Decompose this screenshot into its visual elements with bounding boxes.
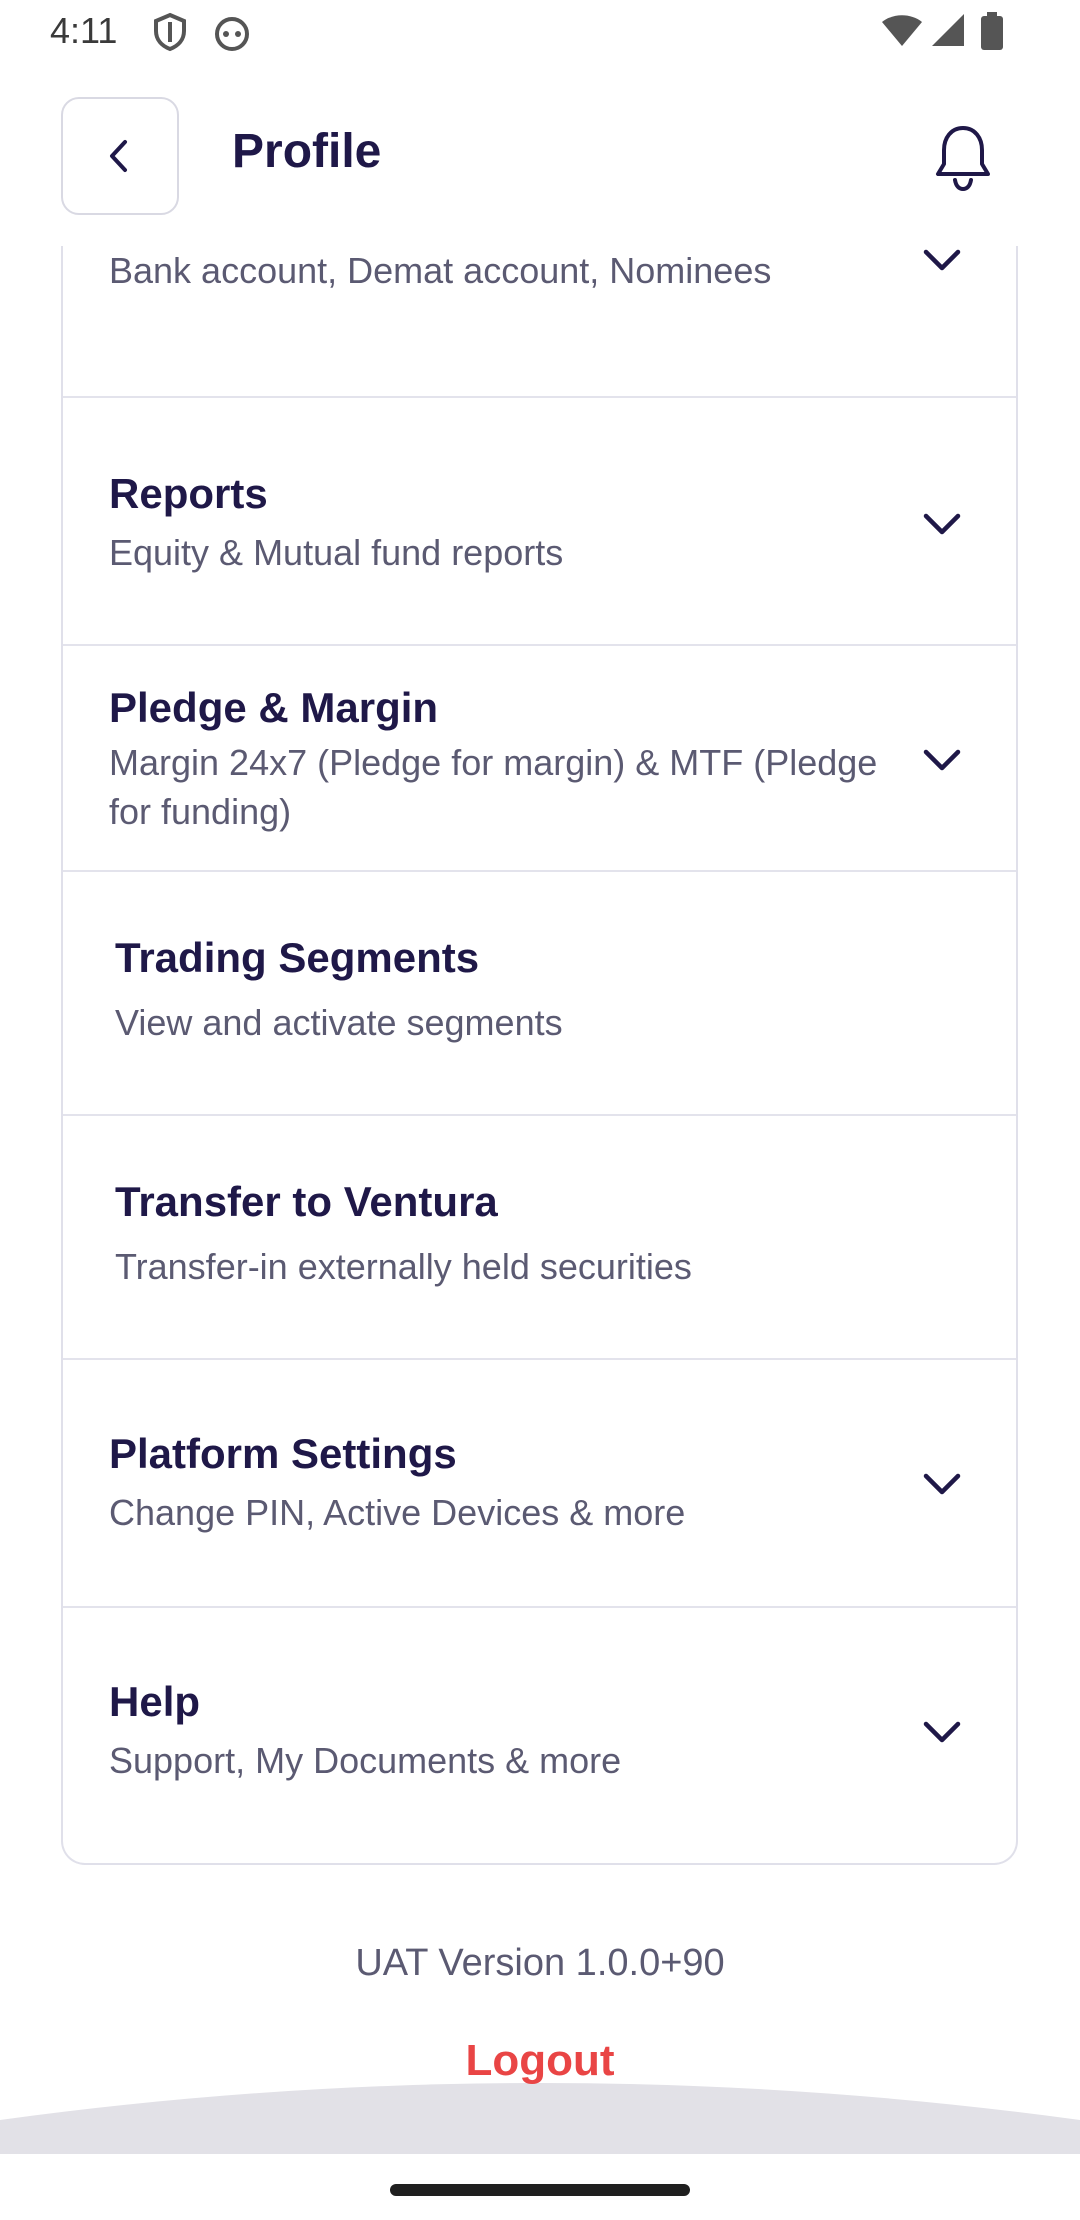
chevron-down-icon	[923, 1473, 961, 1495]
menu-item-subtitle: Bank account, Demat account, Nominees	[109, 250, 772, 291]
menu-item-subtitle: View and activate segments	[115, 1002, 563, 1043]
footer-curve	[0, 2083, 1080, 2154]
menu-item-title: Transfer to Ventura	[115, 1178, 498, 1225]
battery-icon	[981, 12, 1003, 50]
menu-item-title: Trading Segments	[115, 934, 480, 981]
system-nav-bar	[0, 2154, 1080, 2220]
home-indicator[interactable]	[390, 2184, 690, 2196]
chevron-down-icon	[923, 513, 961, 535]
status-bar: 4:11	[0, 0, 1080, 66]
menu-item-subtitle: Margin 24x7 (Pledge for margin) & MTF (P…	[109, 742, 878, 832]
chevron-down-icon	[923, 1721, 961, 1743]
menu-item-title: Reports	[109, 470, 268, 517]
notifications-button[interactable]	[926, 119, 1000, 199]
menu-item-account-details[interactable]: Bank account, Demat account, Nominees	[63, 246, 1016, 398]
menu-item-help[interactable]: Help Support, My Documents & more	[63, 1608, 1016, 1863]
profile-menu-card: Bank account, Demat account, Nominees Re…	[61, 246, 1018, 1865]
logout-button[interactable]: Logout	[0, 2036, 1080, 2086]
signal-icon	[932, 14, 964, 46]
page-title: Profile	[232, 125, 382, 178]
menu-item-title: Help	[109, 1678, 201, 1725]
cat-status-icon	[215, 17, 249, 51]
status-time: 4:11	[50, 10, 118, 51]
wifi-icon	[882, 15, 922, 46]
menu-item-subtitle: Equity & Mutual fund reports	[109, 532, 564, 573]
menu-item-title: Pledge & Margin	[109, 684, 439, 731]
bell-icon	[936, 126, 990, 192]
chevron-down-icon	[923, 749, 961, 771]
menu-item-pledge-margin[interactable]: Pledge & Margin Margin 24x7 (Pledge for …	[63, 646, 1016, 872]
back-button[interactable]	[61, 97, 179, 215]
menu-item-subtitle: Change PIN, Active Devices & more	[109, 1492, 686, 1533]
menu-item-platform-settings[interactable]: Platform Settings Change PIN, Active Dev…	[63, 1360, 1016, 1608]
menu-item-subtitle: Support, My Documents & more	[109, 1740, 622, 1781]
menu-item-title: Platform Settings	[109, 1430, 457, 1477]
shield-status-icon	[154, 12, 186, 52]
menu-item-trading-segments[interactable]: Trading Segments View and activate segme…	[63, 872, 1016, 1116]
menu-item-reports[interactable]: Reports Equity & Mutual fund reports	[63, 398, 1016, 646]
app-version: UAT Version 1.0.0+90	[355, 1942, 725, 1984]
chevron-down-icon	[923, 249, 961, 271]
menu-item-subtitle: Transfer-in externally held securities	[115, 1246, 692, 1287]
menu-item-transfer-to-ventura[interactable]: Transfer to Ventura Transfer-in external…	[63, 1116, 1016, 1360]
back-arrow-icon	[110, 140, 127, 172]
app-header: Profile	[0, 66, 1080, 246]
